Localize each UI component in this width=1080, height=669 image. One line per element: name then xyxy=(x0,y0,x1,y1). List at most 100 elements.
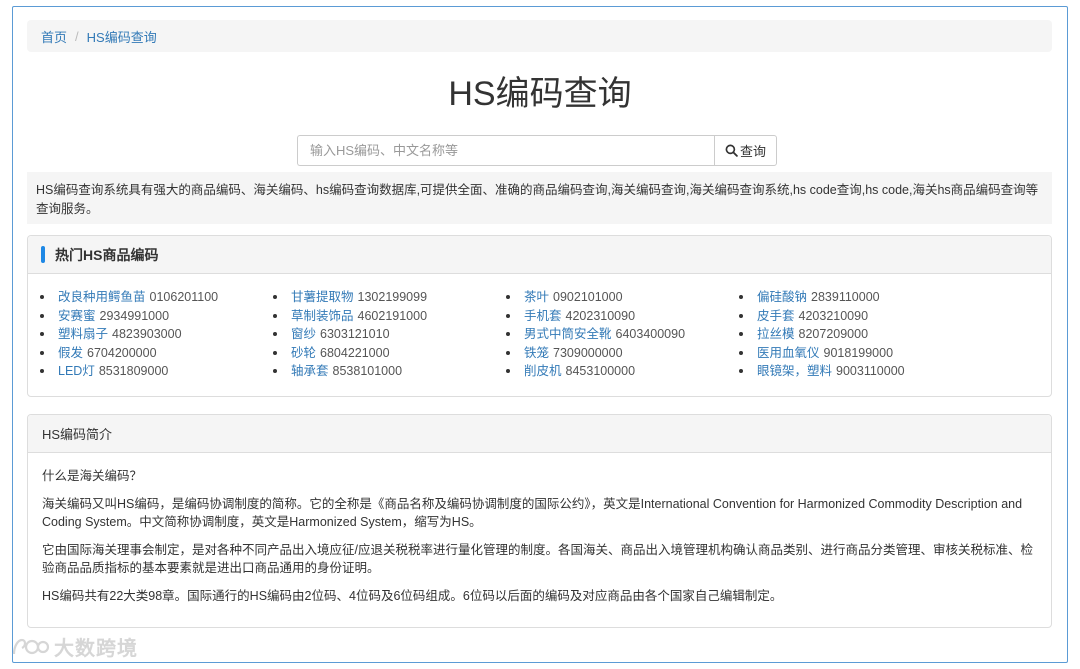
hot-code-item: 砂轮 6804221000 xyxy=(273,344,506,363)
hot-code-number: 4823903000 xyxy=(112,327,182,341)
hot-code-link[interactable]: 医用血氧仪 xyxy=(757,344,820,363)
hot-code-item: 茶叶 0902101000 xyxy=(506,288,739,307)
bullet-dot xyxy=(40,350,44,355)
hot-code-item: 医用血氧仪 9018199000 xyxy=(739,344,972,363)
hot-code-link[interactable]: 茶叶 xyxy=(524,288,549,307)
bullet-dot xyxy=(506,332,510,337)
bullet-dot xyxy=(273,295,277,300)
bullet-dot xyxy=(506,295,510,300)
hot-code-number: 4203210090 xyxy=(798,308,869,323)
hot-code-item: 甘薯提取物 1302199099 xyxy=(273,288,506,307)
hot-code-number: 8538101000 xyxy=(332,364,403,378)
hot-code-number: 8531809000 xyxy=(98,364,169,378)
hot-code-link[interactable]: 手机套 xyxy=(524,307,562,326)
hot-code-link[interactable]: 铁笼 xyxy=(524,344,549,363)
hot-code-link[interactable]: LED灯 xyxy=(58,362,95,381)
hot-code-number: 7309000000 xyxy=(553,345,623,360)
hot-code-number: 6403400090 xyxy=(615,327,686,341)
bullet-dot xyxy=(739,295,743,300)
hot-code-link[interactable]: 塑料扇子 xyxy=(58,325,108,344)
watermark-logo-icon xyxy=(12,638,50,654)
search-input[interactable] xyxy=(297,135,714,166)
hot-code-number: 8207209000 xyxy=(798,327,869,341)
hot-code-link[interactable]: 拉丝模 xyxy=(757,325,795,344)
hot-code-link[interactable]: 草制装饰品 xyxy=(291,307,354,326)
bullet-dot xyxy=(40,369,44,374)
hot-codes-column: 改良种用鳄鱼苗 0106201100 安赛蜜 2934991000 塑料扇子 482390… xyxy=(40,288,273,381)
hot-code-item: 塑料扇子 4823903000 xyxy=(40,325,273,344)
breadcrumb-home-link[interactable]: 首页 xyxy=(41,27,67,46)
bullet-dot xyxy=(506,313,510,318)
hot-code-link[interactable]: 窗纱 xyxy=(291,325,316,344)
hot-code-item: 安赛蜜 2934991000 xyxy=(40,307,273,326)
bullet-dot xyxy=(739,313,743,318)
hot-code-item: 拉丝模 8207209000 xyxy=(739,325,972,344)
hot-code-item: 削皮机 8453100000 xyxy=(506,362,739,381)
bullet-dot xyxy=(273,332,277,337)
hot-code-link[interactable]: 砂轮 xyxy=(291,344,316,363)
hot-code-number: 2839110000 xyxy=(811,290,880,304)
hot-code-item: 轴承套 8538101000 xyxy=(273,362,506,381)
hot-code-item: 草制装饰品 4602191000 xyxy=(273,307,506,326)
hot-code-link[interactable]: 削皮机 xyxy=(524,362,562,381)
search-button-label: 查询 xyxy=(739,144,766,159)
hot-code-item: 偏硅酸钠 2839110000 xyxy=(739,288,972,307)
bullet-dot xyxy=(40,332,44,337)
hot-code-item: 铁笼 7309000000 xyxy=(506,344,739,363)
hot-code-item: 手机套 4202310090 xyxy=(506,307,739,326)
search-button[interactable]: 查询 xyxy=(714,135,777,166)
hot-code-number: 6704200000 xyxy=(87,345,157,360)
hot-code-item: 皮手套 4203210090 xyxy=(739,307,972,326)
page-title: HS编码查询 xyxy=(448,75,632,113)
hot-code-number: 6303121010 xyxy=(320,327,390,341)
hs-intro-paragraph: HS编码共有22大类98章。国际通行的HS编码由2位码、4位码及6位码组成。6位… xyxy=(42,588,783,603)
hs-intro-paragraph: 什么是海关编码？ xyxy=(42,469,143,483)
hot-code-link[interactable]: 皮手套 xyxy=(757,307,795,326)
hot-code-number: 0106201100 xyxy=(149,290,219,304)
hot-code-item: 假发 6704200000 xyxy=(40,344,273,363)
watermark-text: 大数跨境 xyxy=(54,638,138,660)
hot-code-number: 0902101000 xyxy=(553,290,623,304)
hot-code-link[interactable]: 安赛蜜 xyxy=(58,307,96,326)
hot-code-number: 4602191000 xyxy=(357,308,428,323)
heading-accent-bar xyxy=(41,246,45,263)
hs-intro-body: 什么是海关编码？ 海关编码又叫HS编码，是编码协调制度的简称。它的全称是《商品名称… xyxy=(28,453,1051,605)
hot-code-link[interactable]: 眼镜架，塑料 xyxy=(757,362,832,381)
hot-code-number: 6804221000 xyxy=(320,345,390,360)
bullet-dot xyxy=(506,369,510,374)
hot-hs-codes-panel: 热门HS商品编码 改良种用鳄鱼苗 0106201100 安赛蜜 2934991000 塑… xyxy=(27,235,1052,397)
hot-code-link[interactable]: 改良种用鳄鱼苗 xyxy=(58,288,146,307)
breadcrumb-separator: / xyxy=(75,28,79,44)
bullet-dot xyxy=(739,350,743,355)
bullet-dot xyxy=(273,350,277,355)
hot-code-number: 9018199000 xyxy=(823,345,894,360)
hs-intro-paragraph: 海关编码又叫HS编码，是编码协调制度的简称。它的全称是《商品名称及编码协调制度的… xyxy=(42,496,1023,530)
hot-code-link[interactable]: 偏硅酸钠 xyxy=(757,288,807,307)
hot-code-link[interactable]: 假发 xyxy=(58,344,83,363)
bullet-dot xyxy=(40,295,44,300)
bullet-dot xyxy=(739,369,743,374)
hot-codes-column: 茶叶 0902101000 手机套 4202310090 男式中筒安全靴 64034000… xyxy=(506,288,739,381)
watermark-logo: 大数跨境 xyxy=(10,632,138,661)
hs-intro-panel: HS编码简介 什么是海关编码？ 海关编码又叫HS编码，是编码协调制度的简称。它的全… xyxy=(27,414,1052,628)
hot-code-item: 改良种用鳄鱼苗 0106201100 xyxy=(40,288,273,307)
hot-code-item: 男式中筒安全靴 6403400090 xyxy=(506,325,739,344)
bullet-dot xyxy=(273,369,277,374)
hot-code-link[interactable]: 男式中筒安全靴 xyxy=(524,325,612,344)
bullet-dot xyxy=(506,350,510,355)
search-icon xyxy=(725,144,738,157)
hot-code-link[interactable]: 甘薯提取物 xyxy=(291,288,354,307)
hot-code-link[interactable]: 轴承套 xyxy=(291,362,329,381)
hot-code-number: 1302199099 xyxy=(357,290,428,304)
bullet-dot xyxy=(739,332,743,337)
search-bar: 查询 xyxy=(297,135,777,166)
breadcrumb: 首页 / HS编码查询 xyxy=(27,20,1052,52)
hot-codes-column: 甘薯提取物 1302199099 草制装饰品 4602191000 窗纱 63031210… xyxy=(273,288,506,381)
bullet-dot xyxy=(273,313,277,318)
hot-panel-heading: 热门HS商品编码 xyxy=(28,236,1051,274)
hot-codes-column: 偏硅酸钠 2839110000 皮手套 4203210090 拉丝模 8207209000… xyxy=(739,288,972,381)
hot-codes-grid: 改良种用鳄鱼苗 0106201100 安赛蜜 2934991000 塑料扇子 482390… xyxy=(28,274,1051,381)
hot-code-number: 4202310090 xyxy=(565,308,636,323)
hot-code-item: LED灯 8531809000 xyxy=(40,362,273,381)
breadcrumb-current-link[interactable]: HS编码查询 xyxy=(87,27,157,46)
